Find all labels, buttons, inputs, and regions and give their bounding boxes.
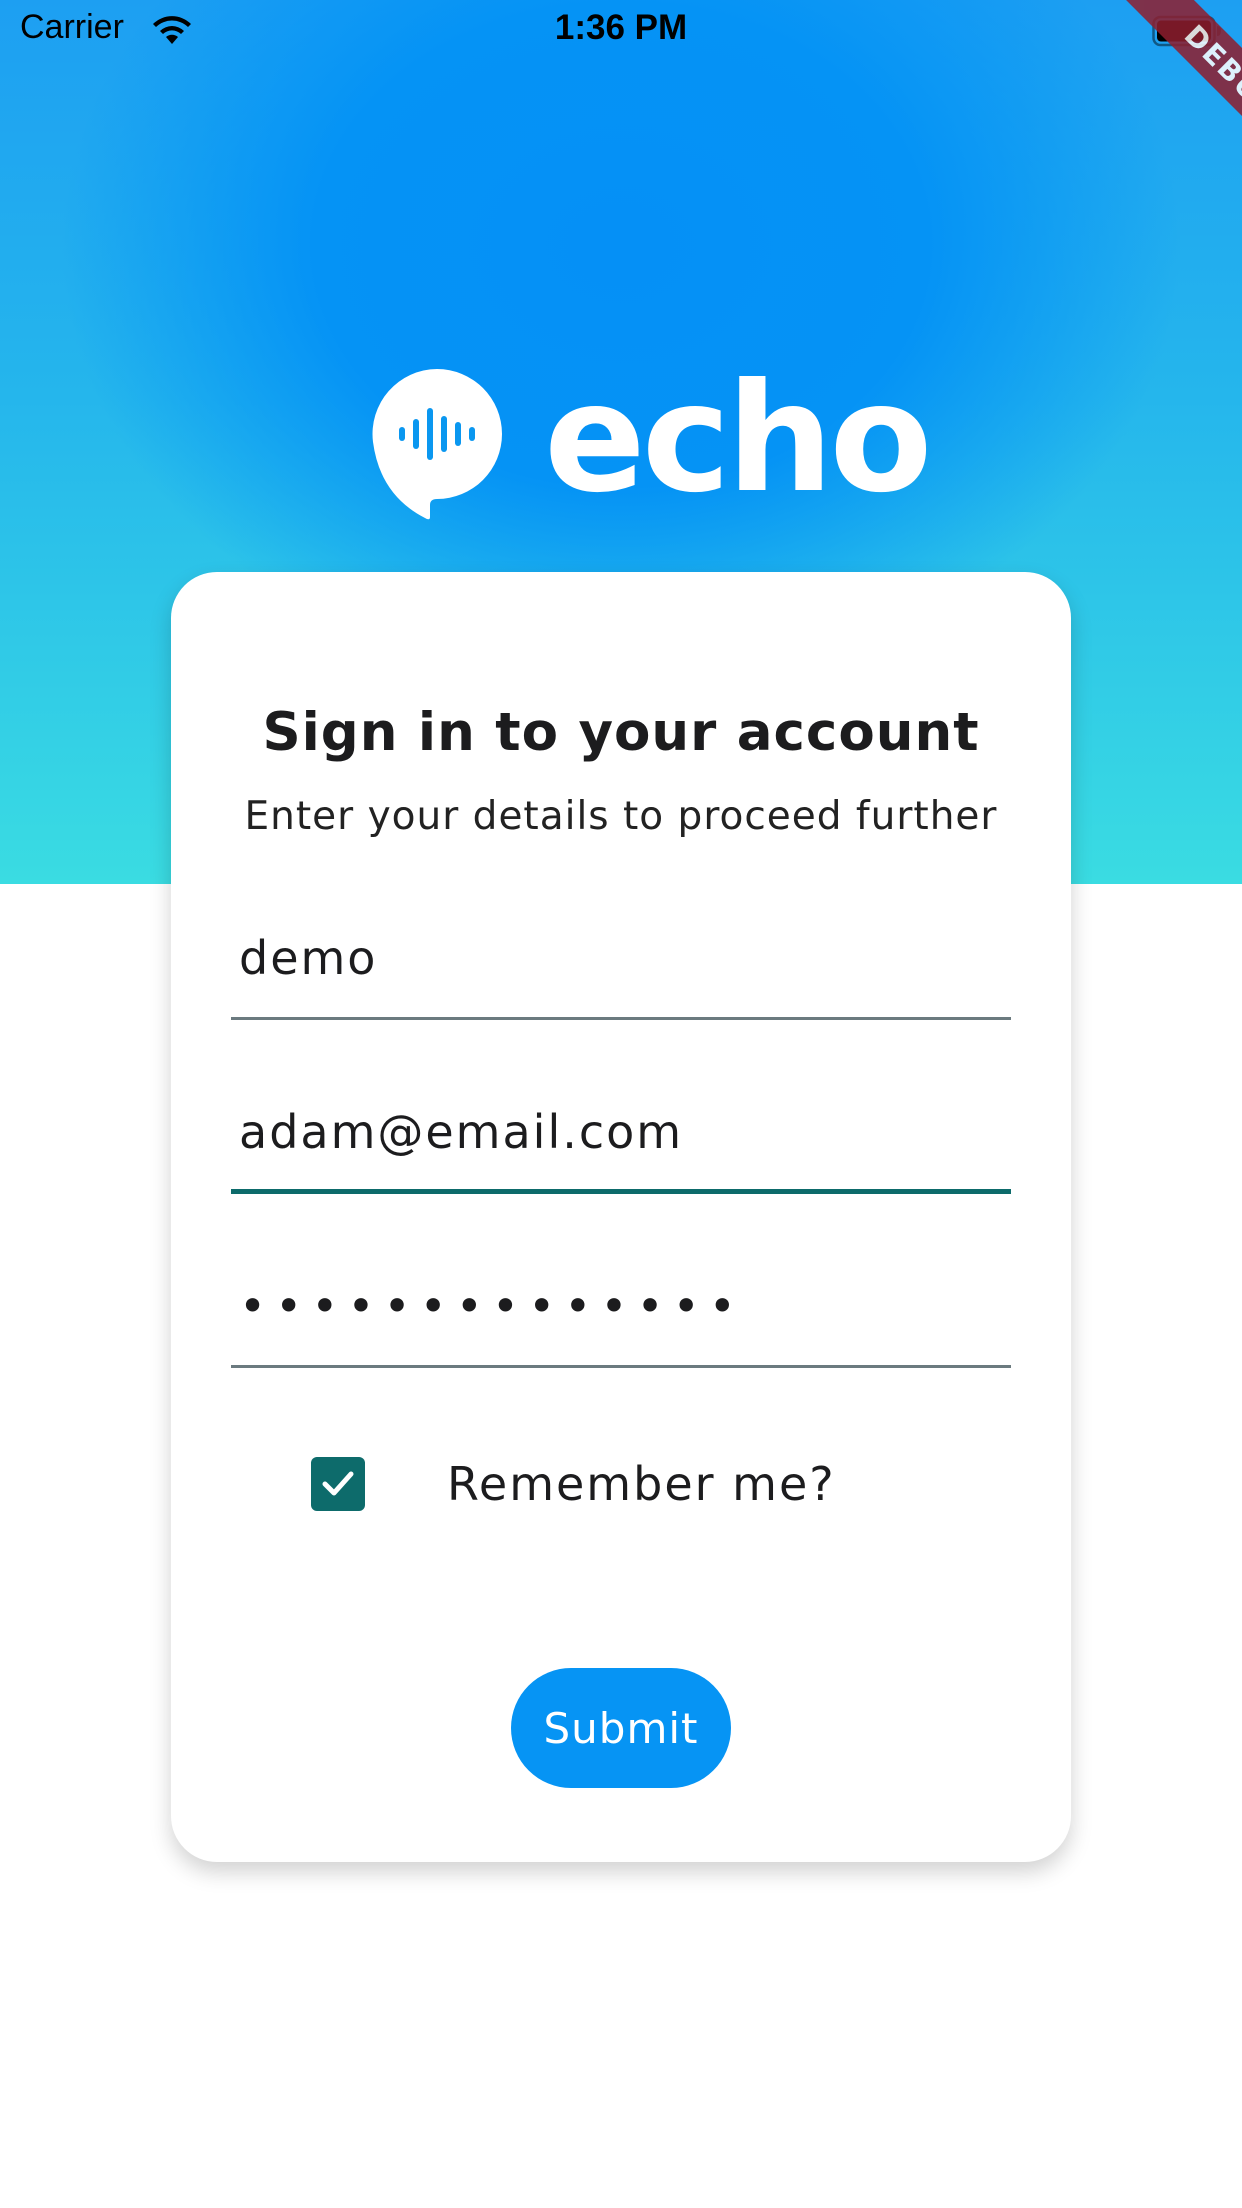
status-bar: Carrier 1:36 PM bbox=[0, 0, 1242, 62]
brand-name: echo bbox=[544, 352, 932, 526]
card-title: Sign in to your account bbox=[262, 702, 980, 763]
login-screen: Carrier 1:36 PM DEBUG echo Sign in to yo… bbox=[0, 0, 1242, 2208]
password-field[interactable] bbox=[231, 1248, 1011, 1368]
battery-full-icon bbox=[1152, 15, 1221, 47]
check-icon bbox=[322, 1471, 354, 1496]
email-field[interactable] bbox=[231, 1074, 1011, 1194]
remember-me-row[interactable]: Remember me? bbox=[311, 1454, 836, 1514]
card-subtitle: Enter your details to proceed further bbox=[244, 794, 998, 839]
username-input[interactable] bbox=[239, 920, 999, 996]
status-time: 1:36 PM bbox=[554, 8, 688, 47]
email-input[interactable] bbox=[239, 1094, 999, 1170]
password-input[interactable] bbox=[239, 1268, 999, 1344]
chat-bubble-soundwave-icon bbox=[372, 369, 502, 520]
brand-logo: echo bbox=[370, 352, 932, 526]
sign-in-card: Sign in to your account Enter your detai… bbox=[171, 572, 1071, 1862]
username-field[interactable] bbox=[231, 900, 1011, 1020]
remember-me-label: Remember me? bbox=[447, 1457, 836, 1511]
submit-button[interactable]: Submit bbox=[511, 1668, 731, 1788]
remember-me-checkbox[interactable] bbox=[311, 1457, 365, 1511]
